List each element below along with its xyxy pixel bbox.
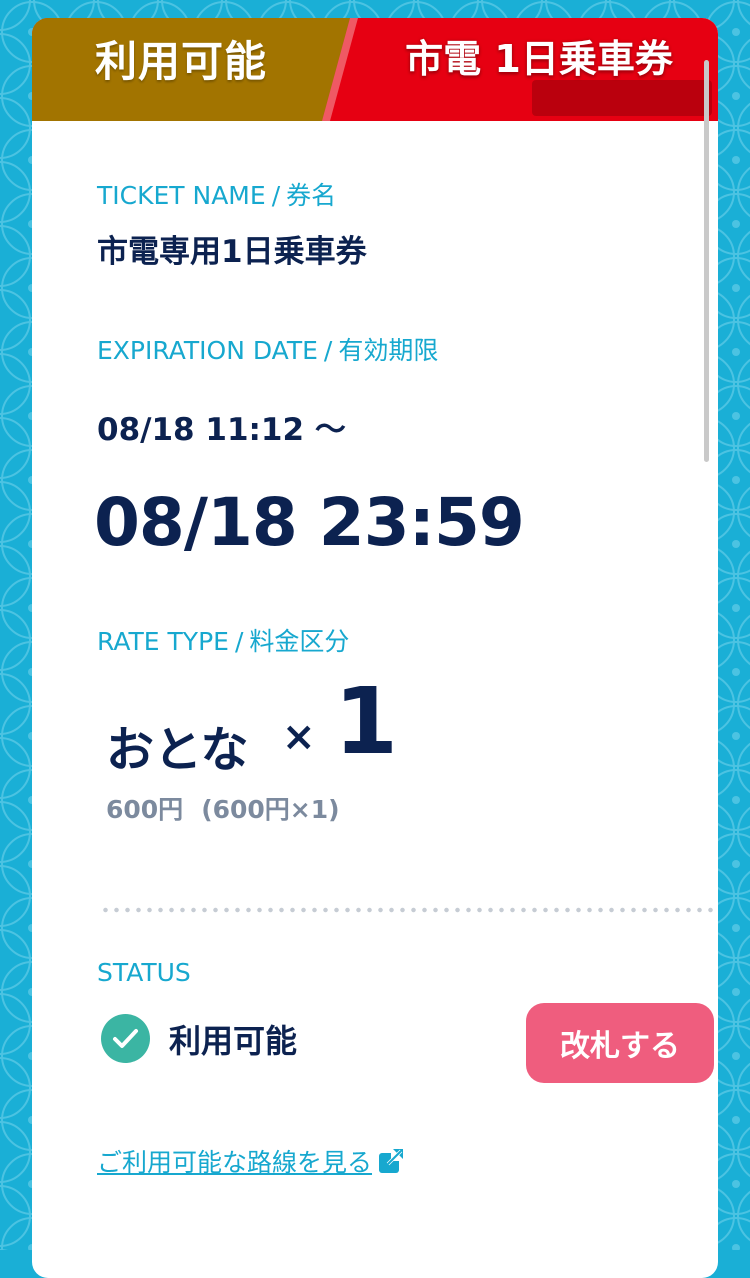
dotted-divider bbox=[100, 907, 714, 913]
rate-price-calculation: (600円×1) bbox=[201, 795, 340, 824]
rate-type-name: おとな bbox=[106, 722, 249, 778]
expiration-label-en: EXPIRATION DATE bbox=[97, 336, 318, 365]
rate-price-total: 600円 bbox=[106, 795, 184, 824]
expiration-start: 08/18 11:12 〜 bbox=[97, 412, 346, 448]
available-routes-link-text: ご利用可能な路線を見る bbox=[97, 1148, 373, 1177]
label-separator: / bbox=[271, 181, 281, 210]
expiration-end: 08/18 23:59 bbox=[94, 484, 525, 561]
gate-pass-button[interactable]: 改札する bbox=[526, 1003, 714, 1083]
rate-type-label-ja: 料金区分 bbox=[249, 627, 350, 656]
banner-status-label: 利用可能 bbox=[94, 37, 267, 86]
rate-multiply-sign: × bbox=[282, 714, 316, 760]
external-link-icon bbox=[378, 1148, 405, 1180]
ticket-banner: 利用可能 市電 1日乗車券 bbox=[32, 18, 718, 121]
rate-quantity: 1 bbox=[334, 668, 399, 775]
rate-price: 600円 (600円×1) bbox=[106, 790, 340, 826]
ticket-name-label: TICKET NAME / 券名 bbox=[97, 176, 336, 212]
expiration-label: EXPIRATION DATE / 有効期限 bbox=[97, 331, 438, 367]
status-label: STATUS bbox=[97, 958, 191, 987]
rate-type-label: RATE TYPE / 料金区分 bbox=[97, 622, 349, 658]
ticket-name-value: 市電専用1日乗車券 bbox=[97, 234, 367, 270]
scrollbar[interactable] bbox=[704, 60, 709, 462]
available-routes-link[interactable]: ご利用可能な路線を見る bbox=[97, 1143, 405, 1180]
status-value: 利用可能 bbox=[169, 1022, 298, 1060]
label-separator: / bbox=[234, 627, 244, 656]
banner-ticket-title: 市電 1日乗車券 bbox=[405, 37, 673, 81]
ticket-card: 利用可能 市電 1日乗車券 TICKET NAME / 券名 市電専用1日乗車券 E… bbox=[32, 18, 718, 1278]
rate-type-label-en: RATE TYPE bbox=[97, 627, 229, 656]
ticket-name-label-ja: 券名 bbox=[286, 181, 337, 210]
label-separator: / bbox=[323, 336, 333, 365]
ticket-name-label-en: TICKET NAME bbox=[97, 181, 266, 210]
expiration-label-ja: 有効期限 bbox=[338, 336, 439, 365]
check-circle-icon bbox=[101, 1014, 150, 1063]
